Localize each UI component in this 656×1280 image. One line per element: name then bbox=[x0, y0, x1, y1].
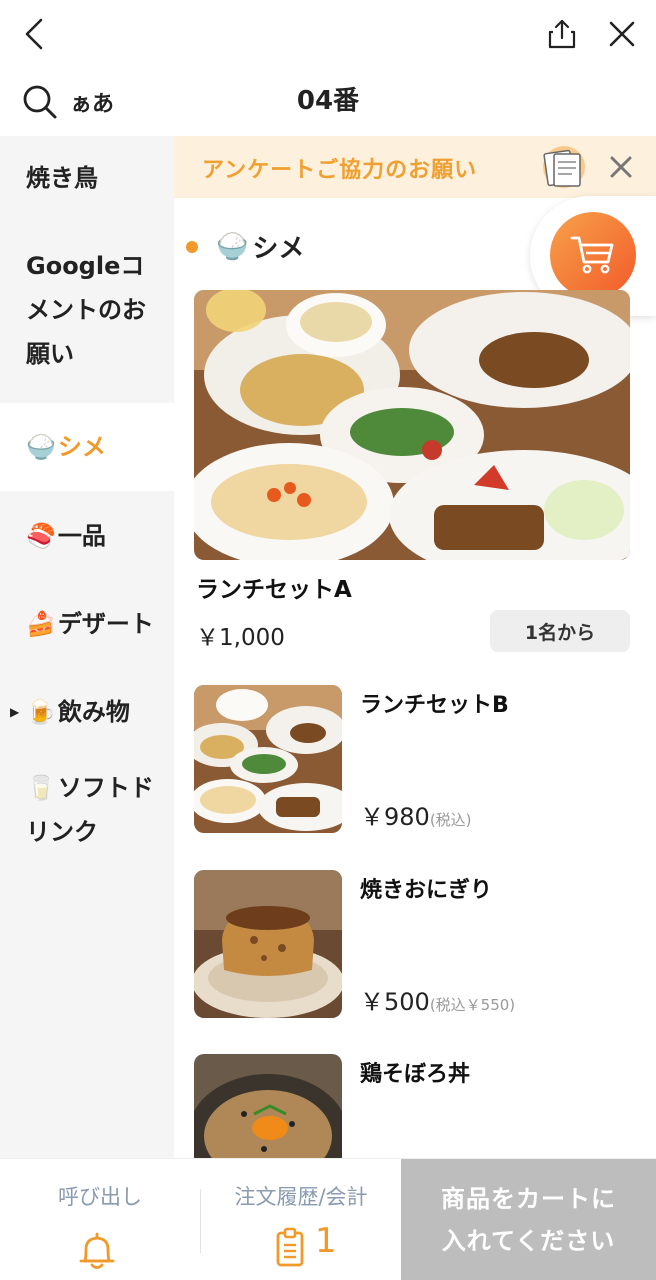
cart-button[interactable] bbox=[550, 212, 636, 298]
share-icon bbox=[548, 19, 576, 49]
section-title-text: シメ bbox=[252, 234, 305, 264]
survey-text: アンケートご協力のお願い bbox=[202, 158, 478, 183]
milk-icon: 🥛 bbox=[26, 774, 56, 802]
bell-icon bbox=[79, 1232, 115, 1269]
tax-note: (税込￥550) bbox=[429, 996, 516, 1014]
section-title: 🍚 シメ bbox=[216, 228, 304, 265]
bottom-bar: 呼び出し 注文履歴/会計 1 商品をカートに 入れてください bbox=[0, 1158, 656, 1280]
list-item[interactable]: ランチセットB ￥980(税込) bbox=[194, 685, 656, 835]
sushi-icon: 🍣 bbox=[26, 522, 56, 550]
clipboard-icon bbox=[276, 1227, 304, 1267]
rice-icon: 🍚 bbox=[26, 433, 56, 461]
sidebar-item-label: 一品 bbox=[57, 522, 106, 550]
yaki-onigiri-image bbox=[194, 870, 342, 1018]
language-toggle[interactable]: ぁあ bbox=[70, 86, 114, 118]
sidebar-item-google-comment[interactable]: Googleコ メントのお 願い bbox=[0, 244, 174, 376]
item-name: 鶏そぼろ丼 bbox=[360, 1062, 471, 1087]
add-to-cart-button[interactable]: 商品をカートに 入れてください bbox=[401, 1159, 656, 1280]
item-price: ￥500(税込￥550) bbox=[360, 982, 515, 1017]
sidebar-item-drinks[interactable]: ▶ 🍺 飲み物 bbox=[0, 690, 174, 734]
search-button[interactable]: ぁあ bbox=[22, 80, 122, 124]
item-name: 焼きおにぎり bbox=[360, 878, 493, 903]
order-count: 1 bbox=[315, 1221, 337, 1261]
list-item[interactable]: 鶏そぼろ丼 bbox=[194, 1054, 656, 1158]
lunch-set-b-image bbox=[194, 685, 342, 833]
sidebar-item-label: デザート bbox=[57, 610, 154, 638]
cta-line-1: 商品をカートに bbox=[441, 1185, 616, 1213]
food-photo bbox=[194, 290, 630, 560]
sidebar-item-dessert[interactable]: 🍰 デザート bbox=[0, 602, 174, 646]
sidebar-item-label: Googleコ bbox=[26, 252, 145, 280]
tori-soboro-don-image bbox=[194, 1054, 342, 1158]
item-name: ランチセットA bbox=[196, 577, 352, 603]
sidebar-item-label: 願い bbox=[26, 340, 74, 368]
chevron-left-icon bbox=[25, 18, 43, 50]
call-staff-button[interactable]: 呼び出し bbox=[0, 1159, 200, 1280]
price-value: ￥980 bbox=[360, 803, 430, 831]
item-price: ￥1,000 bbox=[196, 625, 285, 651]
price-value: ￥500 bbox=[360, 988, 430, 1016]
lunch-set-a-image[interactable] bbox=[194, 290, 630, 560]
min-order-badge: 1名から bbox=[490, 610, 630, 652]
sidebar-item-shime[interactable]: 🍚 シメ bbox=[0, 403, 174, 491]
rice-icon: 🍚 bbox=[216, 231, 249, 262]
beer-icon: 🍺 bbox=[26, 698, 56, 726]
close-icon bbox=[610, 156, 632, 178]
list-item[interactable]: 焼きおにぎり ￥500(税込￥550) bbox=[194, 870, 656, 1020]
caret-right-icon: ▶ bbox=[10, 705, 20, 719]
sidebar-item-yakitori[interactable]: 焼き鳥 bbox=[0, 156, 174, 200]
cta-line-2: 入れてください bbox=[441, 1227, 616, 1255]
sidebar-item-label: 飲み物 bbox=[57, 698, 130, 726]
sidebar-item-label: シメ bbox=[57, 433, 106, 461]
top-bar bbox=[0, 0, 656, 70]
share-button[interactable] bbox=[542, 14, 582, 54]
call-staff-label: 呼び出し bbox=[58, 1185, 142, 1209]
item-price: ￥980(税込) bbox=[360, 797, 472, 832]
item-name: ランチセットB bbox=[360, 693, 509, 718]
sidebar-item-ippin[interactable]: 🍣 一品 bbox=[0, 514, 174, 558]
sidebar-item-label: リンク bbox=[26, 818, 98, 846]
order-history-button[interactable]: 注文履歴/会計 1 bbox=[201, 1159, 401, 1280]
cart-icon bbox=[570, 236, 614, 274]
sidebar-item-soft-drinks[interactable]: 🥛ソフトド リンク bbox=[0, 766, 174, 854]
cake-icon: 🍰 bbox=[26, 610, 56, 638]
category-sidebar: 焼き鳥 Googleコ メントのお 願い 🍚 シメ 🍣 一品 🍰 デザート ▶ … bbox=[0, 136, 174, 1158]
sidebar-item-label: メントのお bbox=[26, 296, 146, 324]
tax-note: (税込) bbox=[429, 811, 472, 829]
search-icon bbox=[23, 85, 57, 119]
close-icon bbox=[609, 21, 635, 47]
sub-header: 04番 ぁあ bbox=[0, 70, 656, 136]
back-button[interactable] bbox=[14, 14, 54, 54]
sidebar-item-label: ソフトド bbox=[57, 774, 154, 802]
survey-close-button[interactable] bbox=[604, 150, 638, 184]
section-marker bbox=[186, 241, 198, 253]
survey-document-icon bbox=[543, 146, 585, 188]
order-history-label: 注文履歴/会計 bbox=[234, 1185, 368, 1209]
survey-banner[interactable]: アンケートご協力のお願い bbox=[174, 136, 656, 198]
sidebar-item-label: 焼き鳥 bbox=[26, 164, 98, 192]
close-button[interactable] bbox=[602, 14, 642, 54]
